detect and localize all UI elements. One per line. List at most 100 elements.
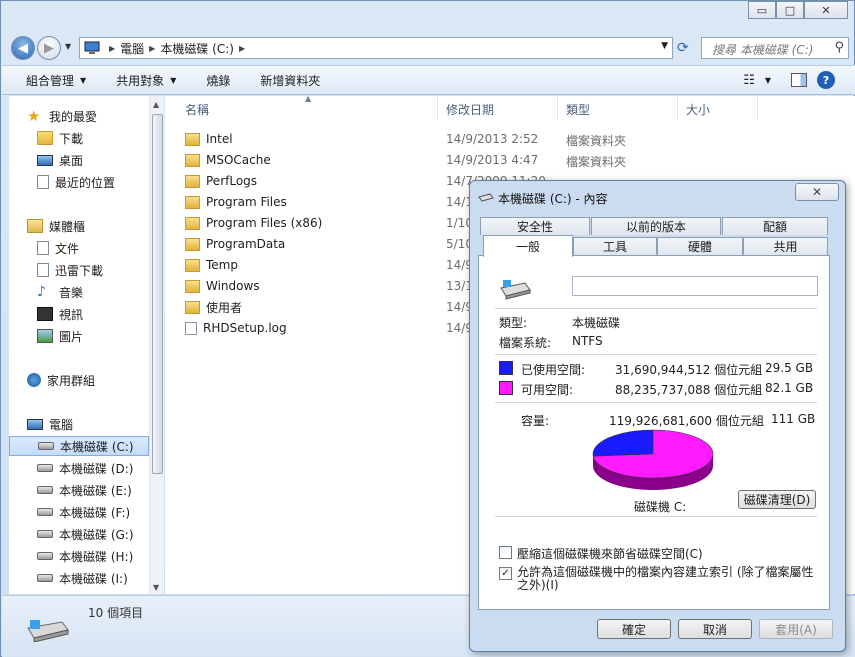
preview-pane-icon[interactable] bbox=[791, 73, 807, 87]
item-count: 10 個項目 bbox=[88, 606, 144, 620]
drive-icon bbox=[37, 486, 53, 494]
nav-libraries[interactable]: 媒體櫃 bbox=[27, 216, 85, 236]
column-divider[interactable] bbox=[437, 96, 438, 120]
view-options-icon[interactable]: ☷ bbox=[743, 73, 755, 88]
file-date: 14/9/2013 2:52 bbox=[446, 132, 539, 146]
folder-icon bbox=[185, 132, 200, 146]
tab-general[interactable]: 一般 bbox=[483, 235, 573, 257]
help-icon[interactable]: ? bbox=[817, 71, 835, 89]
ok-button[interactable]: 確定 bbox=[597, 619, 671, 639]
tab-sharing[interactable]: 共用 bbox=[743, 237, 828, 255]
nav-documents[interactable]: 文件 bbox=[37, 238, 79, 258]
nav-computer[interactable]: 電腦 bbox=[27, 414, 73, 434]
nav-drive-e[interactable]: 本機磁碟 (E:) bbox=[37, 480, 132, 500]
nav-favorites[interactable]: ★ 我的最愛 bbox=[27, 106, 97, 126]
tab-tools[interactable]: 工具 bbox=[573, 237, 657, 255]
recent-places-icon bbox=[37, 175, 49, 189]
file-row[interactable]: Temp bbox=[185, 255, 238, 275]
volume-label-input[interactable] bbox=[572, 276, 818, 296]
column-header-date[interactable]: 修改日期 bbox=[446, 101, 494, 118]
nav-pictures[interactable]: 圖片 bbox=[37, 326, 83, 346]
column-header-type[interactable]: 類型 bbox=[566, 101, 590, 118]
organize-button[interactable]: 組合管理 ▼ bbox=[26, 72, 86, 89]
libraries-icon bbox=[27, 219, 43, 233]
file-row[interactable]: Program Files (x86) bbox=[185, 213, 322, 233]
close-button[interactable]: ✕ bbox=[804, 1, 848, 19]
recent-pages-dropdown[interactable]: ▼ bbox=[65, 42, 71, 51]
nav-desktop[interactable]: 桌面 bbox=[37, 150, 83, 170]
nav-music[interactable]: ♪ 音樂 bbox=[37, 282, 83, 302]
nav-scrollbar[interactable]: ▲ ▼ bbox=[149, 96, 164, 594]
file-name: Windows bbox=[206, 279, 260, 293]
minimize-button[interactable]: ▭ bbox=[748, 1, 776, 19]
nav-downloads[interactable]: 下載 bbox=[37, 128, 83, 148]
chevron-right-icon[interactable]: ▶ bbox=[239, 44, 245, 53]
capacity-bytes: 119,926,681,600 個位元組 bbox=[609, 414, 764, 428]
file-row[interactable]: 使用者 bbox=[185, 297, 242, 317]
file-name: MSOCache bbox=[206, 153, 271, 167]
index-checkbox[interactable]: ✓ bbox=[499, 567, 512, 580]
apply-button[interactable]: 套用(A) bbox=[759, 619, 833, 639]
file-row[interactable]: Program Files bbox=[185, 192, 287, 212]
capacity-gb: 111 GB bbox=[771, 412, 816, 426]
forward-button[interactable]: ▶ bbox=[37, 36, 61, 60]
column-divider[interactable] bbox=[557, 96, 558, 120]
nav-drive-i[interactable]: 本機磁碟 (I:) bbox=[37, 568, 128, 588]
tab-hardware[interactable]: 硬體 bbox=[657, 237, 743, 255]
share-button[interactable]: 共用對象 ▼ bbox=[116, 72, 176, 89]
nav-drive-g[interactable]: 本機磁碟 (G:) bbox=[37, 524, 134, 544]
chevron-right-icon[interactable]: ▶ bbox=[109, 44, 115, 53]
address-bar[interactable]: ▶ 電腦 ▶ 本機磁碟 (C:) ▶ ▼ bbox=[79, 37, 673, 59]
refresh-icon[interactable]: ⟳ bbox=[677, 40, 689, 56]
scroll-down-icon[interactable]: ▼ bbox=[153, 583, 159, 592]
cancel-button[interactable]: 取消 bbox=[678, 619, 752, 639]
column-header-name[interactable]: 名稱 bbox=[185, 101, 209, 118]
tab-previous-versions[interactable]: 以前的版本 bbox=[591, 217, 721, 235]
file-row[interactable]: ProgramData bbox=[185, 234, 285, 254]
chevron-right-icon[interactable]: ▶ bbox=[149, 44, 155, 53]
drive-icon bbox=[478, 193, 494, 202]
breadcrumb-computer[interactable]: 電腦 bbox=[120, 40, 144, 57]
address-dropdown-icon[interactable]: ▼ bbox=[661, 41, 668, 51]
file-row[interactable]: PerfLogs bbox=[185, 171, 257, 191]
column-divider[interactable] bbox=[757, 96, 758, 120]
search-icon[interactable]: ⚲ bbox=[834, 40, 844, 55]
nav-drive-h[interactable]: 本機磁碟 (H:) bbox=[37, 546, 133, 566]
disk-usage-pie bbox=[592, 429, 714, 490]
compress-checkbox[interactable] bbox=[499, 546, 512, 559]
filesystem-value: NTFS bbox=[572, 334, 603, 348]
nav-drive-f[interactable]: 本機磁碟 (F:) bbox=[37, 502, 130, 522]
tab-security[interactable]: 安全性 bbox=[480, 217, 590, 235]
tab-quota[interactable]: 配額 bbox=[722, 217, 828, 235]
nav-pictures-label: 圖片 bbox=[59, 329, 84, 344]
file-type: 檔案資料夾 bbox=[566, 134, 627, 148]
drive-icon bbox=[38, 442, 54, 450]
dialog-close-button[interactable]: ✕ bbox=[795, 183, 839, 201]
nav-drive-c[interactable]: 本機磁碟 (C:) bbox=[9, 436, 149, 456]
drive-icon bbox=[27, 620, 69, 642]
new-folder-button[interactable]: 新增資料夾 bbox=[260, 72, 320, 89]
file-row[interactable]: Windows bbox=[185, 276, 260, 296]
file-row[interactable]: RHDSetup.log bbox=[185, 318, 287, 338]
capacity-label: 容量: bbox=[521, 414, 550, 428]
chevron-down-icon[interactable]: ▼ bbox=[765, 76, 771, 85]
file-row[interactable]: MSOCache bbox=[185, 150, 271, 170]
nav-videos[interactable]: 視訊 bbox=[37, 304, 83, 324]
column-header-size[interactable]: 大小 bbox=[686, 101, 710, 118]
scrollbar-thumb[interactable] bbox=[152, 114, 163, 474]
nav-thunder[interactable]: 迅雷下載 bbox=[37, 260, 103, 280]
nav-homegroup[interactable]: 家用群組 bbox=[27, 370, 95, 390]
nav-recent[interactable]: 最近的位置 bbox=[37, 172, 115, 192]
chevron-down-icon: ▼ bbox=[170, 75, 177, 85]
file-row[interactable]: Intel bbox=[185, 129, 233, 149]
scroll-up-icon[interactable]: ▲ bbox=[153, 100, 159, 109]
burn-button[interactable]: 燒錄 bbox=[206, 72, 230, 89]
search-input[interactable]: 搜尋 本機磁碟 (C:) ⚲ bbox=[701, 37, 849, 59]
nav-drive-d[interactable]: 本機磁碟 (D:) bbox=[37, 458, 133, 478]
breadcrumb-drive-c[interactable]: 本機磁碟 (C:) bbox=[160, 40, 234, 57]
column-divider[interactable] bbox=[677, 96, 678, 120]
back-button[interactable]: ◀ bbox=[11, 36, 35, 60]
disk-cleanup-button[interactable]: 磁碟清理(D) bbox=[738, 490, 816, 509]
computer-icon bbox=[27, 418, 43, 430]
maximize-button[interactable]: □ bbox=[776, 1, 804, 19]
